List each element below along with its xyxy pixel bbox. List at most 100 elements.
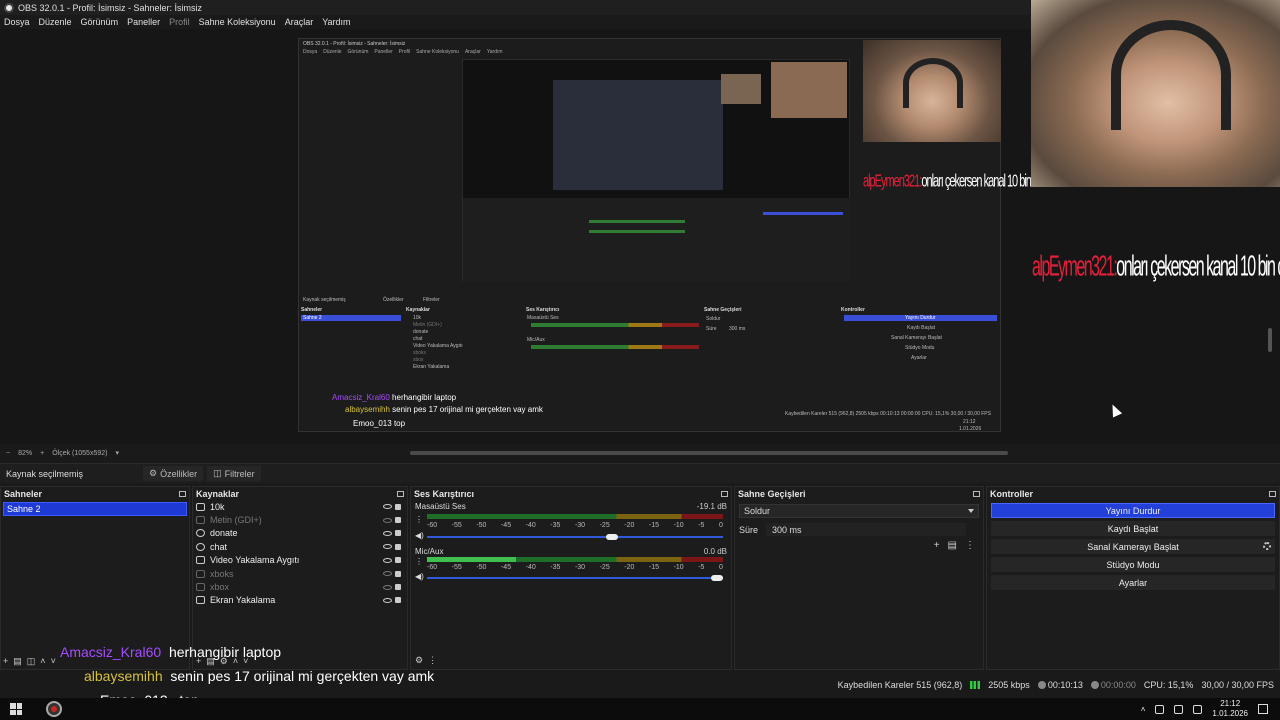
arrow-up-icon[interactable]: ˄ — [40, 656, 45, 667]
volume-slider[interactable] — [427, 536, 723, 538]
nested-scene-item: Sahne 2 — [303, 315, 322, 321]
transition-select[interactable]: Soldur — [739, 504, 979, 518]
filter-icon: ◫ — [213, 468, 222, 478]
lock-icon[interactable] — [395, 543, 401, 550]
volume-slider[interactable] — [427, 577, 723, 579]
zoom-in-button[interactable]: + — [40, 450, 44, 457]
camera-icon — [196, 556, 205, 565]
taskbar: ˄ 21:12 1.01.2026 — [0, 698, 1280, 720]
filter-icon[interactable]: ◫ — [27, 656, 36, 667]
source-item[interactable]: xboks — [193, 567, 407, 580]
source-item[interactable]: chat — [193, 540, 407, 553]
arrow-down-icon[interactable]: ˅ — [51, 656, 56, 667]
nested-chat-msg: herhangibir laptop — [392, 393, 457, 402]
kebab-menu-icon[interactable]: ⋮ — [965, 540, 975, 551]
plus-icon[interactable]: + — [934, 540, 940, 551]
preview-vertical-scrollbar[interactable] — [1268, 328, 1272, 352]
undock-icon[interactable] — [973, 490, 980, 497]
stop-streaming-button[interactable]: Yayını Durdur — [991, 503, 1275, 518]
source-item[interactable]: donate — [193, 527, 407, 540]
studio-mode-button[interactable]: Stüdyo Modu — [991, 557, 1275, 572]
eye-off-icon[interactable] — [383, 584, 392, 590]
plus-icon[interactable]: + — [3, 656, 8, 667]
scale-label[interactable]: Ölçek (1055x592) — [52, 450, 107, 457]
start-recording-button[interactable]: Kaydı Başlat — [991, 521, 1275, 536]
nested-source-item: 10k — [413, 315, 422, 321]
source-item[interactable]: Ekran Yakalama — [193, 594, 407, 607]
properties-button[interactable]: ⚙ Özellikler — [143, 466, 204, 481]
eye-icon[interactable] — [383, 597, 392, 603]
fps: 30,00 / 30,00 FPS — [1201, 679, 1274, 690]
notification-icon[interactable] — [1258, 704, 1268, 714]
source-item[interactable]: Metin (GDI+) — [193, 513, 407, 526]
nested-source-item: xbox — [413, 357, 424, 363]
chat-username: Amacsiz_Kral60 — [60, 644, 162, 660]
undock-icon[interactable] — [397, 490, 404, 497]
menu-file[interactable]: Dosya — [4, 17, 30, 27]
menu-edit[interactable]: Düzenle — [39, 17, 72, 27]
lock-icon[interactable] — [395, 503, 401, 510]
eye-icon[interactable] — [383, 544, 392, 550]
menu-docks[interactable]: Paneller — [127, 17, 160, 27]
meter-ticks: -60 -55 -50 -45 -40 -35 -30 -25 -20 -15 -10 -5 0 — [427, 522, 723, 529]
lock-icon[interactable] — [395, 517, 401, 524]
scene-item[interactable]: Sahne 2 — [3, 502, 187, 516]
wifi-icon[interactable] — [1174, 704, 1184, 714]
menu-help[interactable]: Yardım — [322, 17, 350, 27]
lock-icon[interactable] — [395, 570, 401, 577]
volume-meter — [427, 557, 723, 562]
eye-icon[interactable] — [383, 530, 392, 536]
menu-scene-collection[interactable]: Sahne Koleksiyonu — [199, 17, 276, 27]
speaker-icon[interactable]: ◀) — [415, 531, 424, 540]
volume-icon[interactable] — [1193, 704, 1203, 714]
source-item[interactable]: Video Yakalama Aygıtı — [193, 554, 407, 567]
system-tray: ˄ 21:12 1.01.2026 — [1141, 699, 1280, 719]
taskbar-clock[interactable]: 21:12 1.01.2026 — [1212, 699, 1248, 719]
audio-source-icon — [196, 583, 205, 592]
chevron-down-icon[interactable]: ▾ — [115, 449, 119, 457]
duration-input[interactable]: 300 ms — [766, 523, 967, 536]
speaker-icon[interactable]: ◀) — [415, 572, 424, 581]
nested-menu: Dosya Düzenle Görünüm Paneller Profil Sa… — [303, 49, 503, 55]
menu-tools[interactable]: Araçlar — [285, 17, 314, 27]
undock-icon[interactable] — [721, 490, 728, 497]
preview-horizontal-scrollbar[interactable] — [410, 451, 1008, 455]
lock-icon[interactable] — [395, 530, 401, 537]
eye-icon[interactable] — [383, 504, 392, 510]
volume-slider-handle[interactable] — [711, 575, 723, 581]
obs-taskbar-icon[interactable] — [46, 701, 62, 717]
trash-icon[interactable]: ▤ — [948, 540, 957, 551]
trash-icon[interactable]: ▤ — [13, 656, 22, 667]
zoom-out-button[interactable]: − — [6, 450, 10, 457]
chevron-up-icon[interactable]: ˄ — [1141, 705, 1146, 714]
clock-time: 21:12 — [1220, 699, 1241, 708]
lock-icon[interactable] — [395, 584, 401, 591]
eye-icon[interactable] — [383, 517, 392, 523]
eye-off-icon[interactable] — [383, 571, 392, 577]
gear-icon[interactable] — [1263, 542, 1271, 550]
settings-button[interactable]: Ayarlar — [991, 575, 1275, 590]
menu-profile[interactable]: Profil — [169, 17, 190, 27]
source-item[interactable]: 10k — [193, 500, 407, 513]
start-virtual-camera-button[interactable]: Sanal Kamerayı Başlat — [991, 539, 1275, 554]
mixer-header: Ses Karıştırıcı — [411, 487, 731, 500]
undock-icon[interactable] — [1269, 490, 1276, 497]
windows-start-icon[interactable] — [10, 703, 22, 715]
source-name: donate — [210, 528, 238, 539]
eye-icon[interactable] — [383, 557, 392, 563]
nested-docks — [463, 198, 851, 282]
nested-mixer-meter — [531, 345, 699, 349]
kebab-menu-icon[interactable]: ⋮ — [415, 557, 423, 566]
source-item[interactable]: xbox — [193, 580, 407, 593]
volume-slider-handle[interactable] — [605, 534, 618, 540]
kebab-menu-icon[interactable]: ⋮ — [415, 515, 423, 524]
undock-icon[interactable] — [179, 490, 186, 497]
lock-icon[interactable] — [395, 557, 401, 564]
microphone-icon[interactable] — [1155, 704, 1165, 714]
filters-button[interactable]: ◫ Filtreler — [207, 466, 261, 481]
lock-icon[interactable] — [395, 597, 401, 604]
virtual-camera-label: Sanal Kamerayı Başlat — [1087, 541, 1179, 552]
nested-meter — [589, 220, 685, 223]
menu-view[interactable]: Görünüm — [81, 17, 119, 27]
meter-tick: 0 — [718, 522, 723, 529]
